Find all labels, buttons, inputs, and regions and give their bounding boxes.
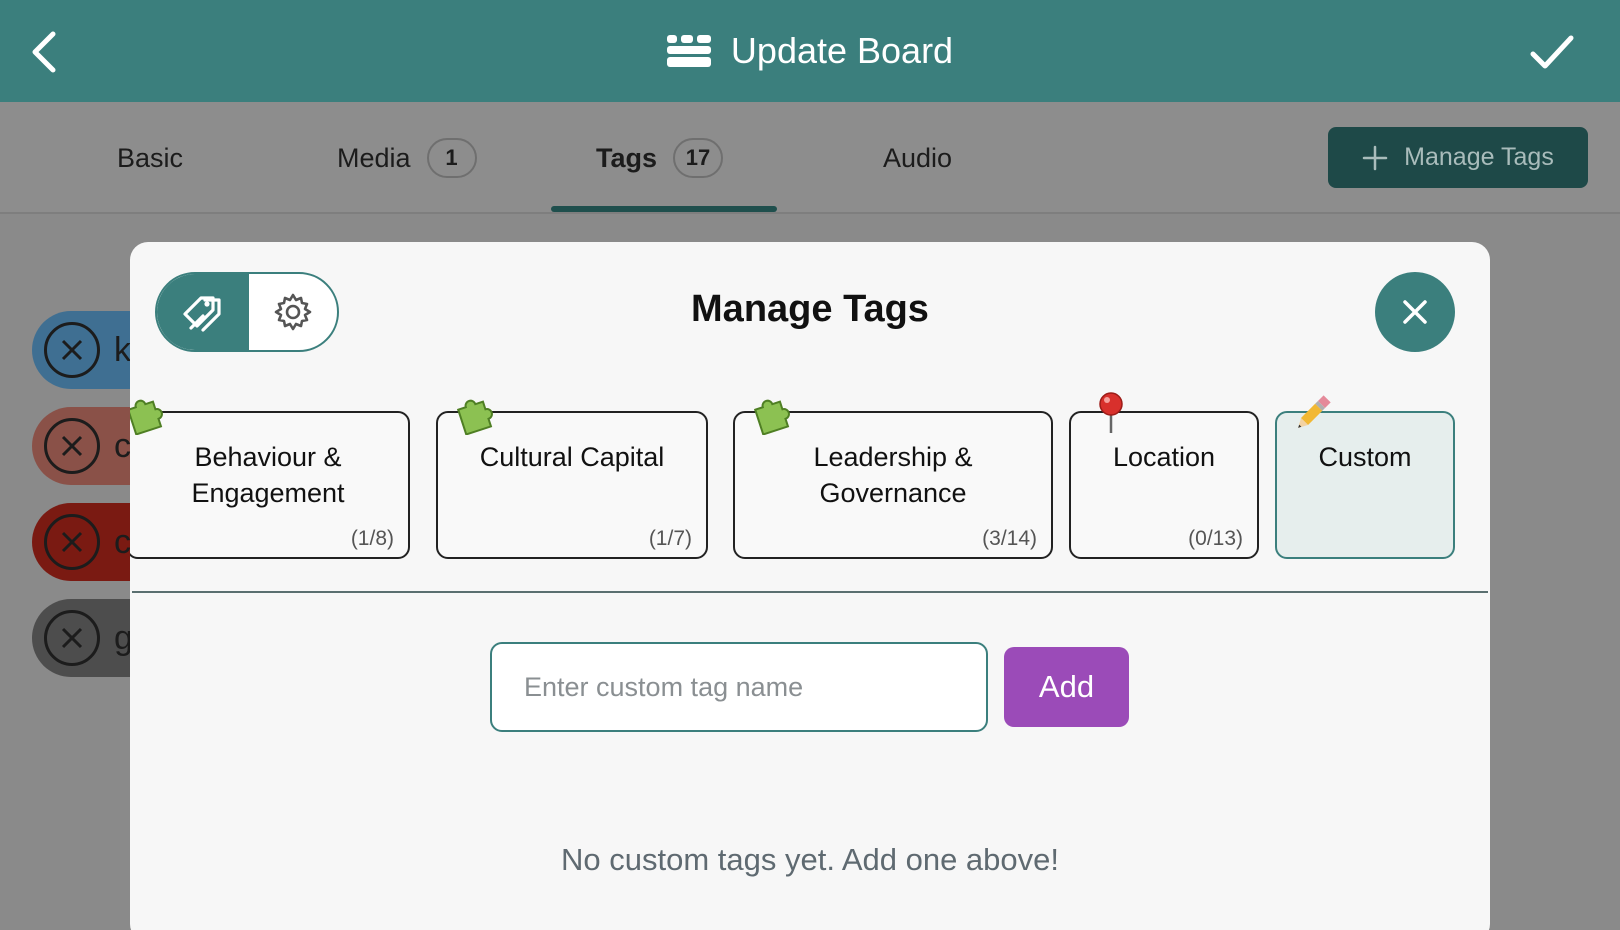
category-name: Custom: [1318, 442, 1412, 472]
close-modal-button[interactable]: [1375, 272, 1455, 352]
tag-chip-label: k: [114, 330, 131, 369]
header-title-group: Update Board: [0, 0, 1620, 102]
tab-label: Audio: [883, 142, 953, 173]
tab-badge: 17: [673, 138, 724, 178]
category-name: Cultural Capital: [479, 442, 665, 472]
tag-chip-label: c: [114, 426, 131, 465]
category-count: (3/14): [982, 527, 1037, 550]
close-icon: [61, 435, 83, 457]
close-icon: [61, 339, 83, 361]
category-cultural-capital[interactable]: Cultural Capital (1/7): [436, 399, 708, 559]
tab-label: Tags: [596, 142, 658, 173]
tab-badge: 1: [426, 138, 477, 178]
category-name: Behaviour & Engagement: [191, 442, 345, 508]
category-leadership-governance[interactable]: Leadership & Governance (3/14): [733, 399, 1053, 559]
pushpin-icon: [1099, 392, 1123, 433]
close-icon: [61, 627, 83, 649]
tag-category-list: Behaviour & Engagement (1/8) Cultural Cap…: [130, 392, 1490, 559]
category-name: Leadership & Governance: [813, 442, 973, 508]
tab-basic[interactable]: Basic: [117, 102, 183, 214]
category-custom[interactable]: Custom: [1275, 395, 1455, 559]
custom-tag-input[interactable]: [490, 642, 988, 732]
page-title: Update Board: [730, 30, 954, 71]
active-tab-indicator: [551, 206, 777, 212]
modal-title: Manage Tags: [691, 288, 929, 330]
manage-tags-modal: Manage Tags Behaviour & Engagement (1/8) …: [130, 242, 1490, 930]
category-count: (0/13): [1188, 527, 1243, 550]
tab-tags[interactable]: Tags 17: [596, 102, 724, 214]
category-count: (1/8): [350, 527, 394, 550]
pencil-icon: [1298, 395, 1331, 428]
manage-tags-button[interactable]: Manage Tags: [1328, 127, 1588, 188]
category-location[interactable]: Location (0/13): [1069, 392, 1259, 559]
app-header: Update Board: [0, 0, 1620, 102]
remove-tag-button[interactable]: [44, 610, 100, 666]
close-icon: [1403, 300, 1427, 324]
puzzle-icon: [130, 399, 163, 435]
remove-tag-button[interactable]: [44, 514, 100, 570]
tab-label: Basic: [117, 142, 184, 173]
puzzle-icon: [753, 399, 790, 435]
category-name: Location: [1112, 442, 1216, 472]
confirm-button[interactable]: [1524, 26, 1580, 78]
tag-chip-label: c: [114, 522, 131, 561]
tab-label: Media: [337, 142, 411, 173]
tab-audio[interactable]: Audio: [883, 102, 952, 214]
divider: [132, 591, 1488, 593]
tab-media[interactable]: Media 1: [337, 102, 477, 214]
category-count: (1/7): [648, 527, 692, 550]
remove-tag-button[interactable]: [44, 418, 100, 474]
category-behaviour-engagement[interactable]: Behaviour & Engagement (1/8): [130, 399, 410, 559]
puzzle-icon: [456, 399, 493, 435]
checkmark-icon: [1530, 35, 1574, 69]
remove-tag-button[interactable]: [44, 322, 100, 378]
board-icon: [666, 35, 711, 67]
manage-tags-label: Manage Tags: [1404, 143, 1554, 171]
empty-state-message: No custom tags yet. Add one above!: [560, 842, 1060, 877]
plus-icon: [1362, 145, 1388, 170]
add-tag-button[interactable]: Add: [1004, 647, 1129, 727]
close-icon: [61, 531, 83, 553]
